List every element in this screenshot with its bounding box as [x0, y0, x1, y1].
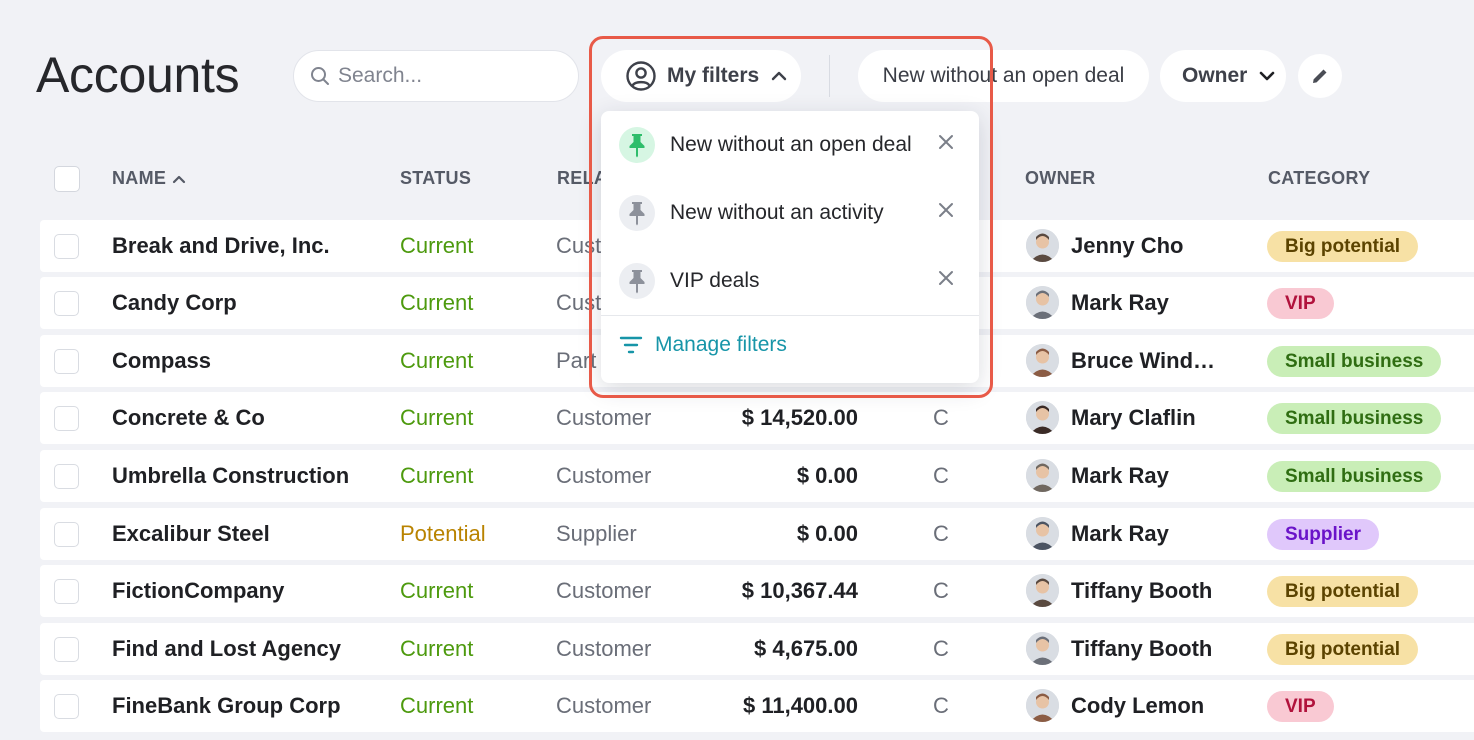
- account-status: Current: [400, 578, 474, 603]
- account-status: Current: [400, 290, 474, 315]
- avatar: [1026, 689, 1059, 722]
- table-row[interactable]: FineBank Group Corp Current Customer $ 11,4…: [40, 680, 1474, 732]
- chevron-down-icon: [1260, 71, 1275, 81]
- account-owner[interactable]: Mary Claflin: [1071, 392, 1196, 444]
- account-relation: Supplier: [556, 521, 637, 546]
- account-name[interactable]: Break and Drive, Inc.: [112, 220, 330, 272]
- account-column-c: C: [933, 463, 949, 488]
- table-row[interactable]: Excalibur Steel Potential Supplier $ 0.00 C M…: [40, 508, 1474, 560]
- category-badge: Big potential: [1267, 231, 1419, 262]
- account-relation: Customer: [556, 578, 652, 603]
- page-title: Accounts: [36, 47, 240, 103]
- account-owner[interactable]: Mark Ray: [1071, 508, 1169, 560]
- account-status: Current: [400, 693, 474, 718]
- account-name[interactable]: Compass: [112, 335, 211, 387]
- account-owner[interactable]: Tiffany Booth: [1071, 623, 1212, 675]
- row-checkbox[interactable]: [54, 694, 79, 719]
- account-relation: Customer: [556, 636, 652, 661]
- row-checkbox[interactable]: [54, 464, 79, 489]
- account-relation: Customer: [556, 693, 652, 718]
- category-badge: Big potential: [1267, 634, 1419, 665]
- account-owner[interactable]: Mark Ray: [1071, 450, 1169, 502]
- category-badge: VIP: [1267, 288, 1334, 319]
- row-checkbox[interactable]: [54, 579, 79, 604]
- highlight-box: [589, 36, 993, 398]
- edit-filters-button[interactable]: [1298, 54, 1342, 98]
- account-owner[interactable]: Mark Ray: [1071, 277, 1169, 329]
- owner-filter-label: Owner: [1182, 64, 1248, 87]
- account-column-c: C: [933, 405, 949, 430]
- table-row[interactable]: FictionCompany Current Customer $ 10,367.44…: [40, 565, 1474, 617]
- avatar: [1026, 344, 1059, 377]
- sort-asc-icon: [173, 175, 186, 183]
- account-relation: Customer: [556, 405, 652, 430]
- avatar: [1026, 574, 1059, 607]
- account-name[interactable]: FictionCompany: [112, 565, 284, 617]
- row-checkbox[interactable]: [54, 234, 79, 259]
- avatar: [1026, 517, 1059, 550]
- column-header-owner[interactable]: OWNER: [1025, 168, 1096, 189]
- row-checkbox[interactable]: [54, 522, 79, 547]
- row-checkbox[interactable]: [54, 637, 79, 662]
- account-name[interactable]: Candy Corp: [112, 277, 237, 329]
- owner-filter-button[interactable]: Owner: [1160, 50, 1286, 102]
- account-column-c: C: [933, 693, 949, 718]
- account-status: Current: [400, 405, 474, 430]
- account-name[interactable]: FineBank Group Corp: [112, 680, 341, 732]
- search-icon: [311, 67, 329, 85]
- account-amount: $ 10,367.44: [741, 578, 858, 603]
- row-checkbox[interactable]: [54, 349, 79, 374]
- account-amount: $ 14,520.00: [741, 405, 858, 430]
- account-name[interactable]: Umbrella Construction: [112, 450, 349, 502]
- account-owner[interactable]: Jenny Cho: [1071, 220, 1183, 272]
- category-badge: Small business: [1267, 461, 1442, 492]
- avatar: [1026, 286, 1059, 319]
- account-owner[interactable]: Bruce Windh…: [1071, 335, 1226, 387]
- table-row[interactable]: Find and Lost Agency Current Customer $ 4,6…: [40, 623, 1474, 675]
- account-amount: $ 0.00: [796, 463, 858, 488]
- row-checkbox[interactable]: [54, 291, 79, 316]
- account-name[interactable]: Excalibur Steel: [112, 508, 270, 560]
- search-box[interactable]: [293, 50, 579, 102]
- account-amount: $ 0.00: [796, 521, 858, 546]
- avatar: [1026, 401, 1059, 434]
- account-owner[interactable]: Tiffany Booth: [1071, 565, 1212, 617]
- column-header-name-label: NAME: [112, 168, 167, 188]
- account-owner[interactable]: Cody Lemon: [1071, 680, 1204, 732]
- account-status: Potential: [400, 521, 486, 546]
- account-status: Current: [400, 233, 474, 258]
- table-row[interactable]: Umbrella Construction Current Customer $ 0.…: [40, 450, 1474, 502]
- category-badge: Small business: [1267, 403, 1442, 434]
- table-row[interactable]: Concrete & Co Current Customer $ 14,520.00 C…: [40, 392, 1474, 444]
- column-header-status[interactable]: STATUS: [400, 168, 471, 189]
- category-badge: VIP: [1267, 691, 1334, 722]
- account-amount: $ 4,675.00: [754, 636, 858, 661]
- avatar: [1026, 632, 1059, 665]
- column-header-name[interactable]: NAME: [112, 168, 186, 189]
- column-header-category[interactable]: CATEGORY: [1268, 168, 1370, 189]
- pencil-icon: [1313, 69, 1327, 83]
- category-badge: Big potential: [1267, 576, 1419, 607]
- avatar: [1026, 229, 1059, 262]
- account-status: Current: [400, 463, 474, 488]
- account-column-c: C: [933, 578, 949, 603]
- account-column-c: C: [933, 521, 949, 546]
- account-column-c: C: [933, 636, 949, 661]
- row-checkbox[interactable]: [54, 406, 79, 431]
- search-input[interactable]: [338, 64, 558, 88]
- account-amount: $ 11,400.00: [742, 693, 858, 718]
- account-status: Current: [400, 636, 474, 661]
- account-name[interactable]: Concrete & Co: [112, 392, 265, 444]
- account-relation: Customer: [556, 463, 652, 488]
- account-name[interactable]: Find and Lost Agency: [112, 623, 341, 675]
- account-status: Current: [400, 348, 474, 373]
- select-all-checkbox[interactable]: [54, 166, 80, 192]
- category-badge: Supplier: [1267, 519, 1380, 550]
- category-badge: Small business: [1267, 346, 1442, 377]
- avatar: [1026, 459, 1059, 492]
